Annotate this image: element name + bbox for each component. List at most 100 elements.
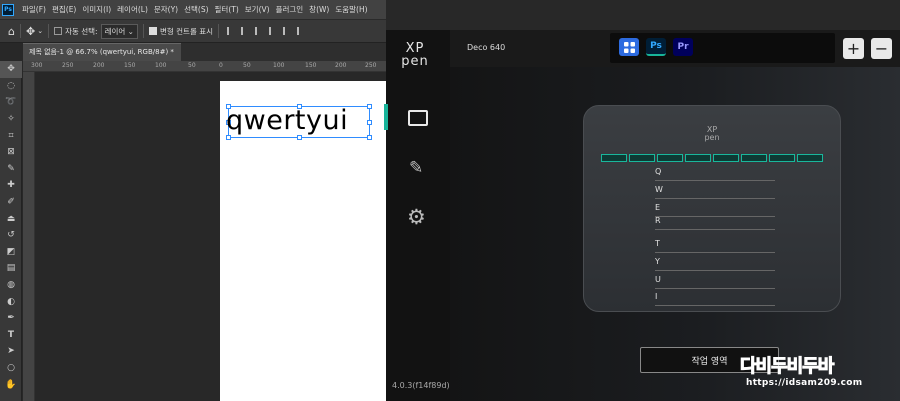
menu-window[interactable]: 창(W) [306,4,332,15]
history-brush-icon[interactable]: ↺ [0,227,22,244]
ruler-tick: 250 [62,62,74,69]
add-app-button[interactable]: + [843,38,864,59]
menu-filter[interactable]: 필터(T) [212,4,242,15]
tablet-logo: XP pen [704,125,720,142]
divider [19,24,21,38]
divider [48,24,50,38]
auto-select-checkbox[interactable] [54,27,63,35]
key-label-5[interactable]: T [655,239,775,253]
move-tool-icon[interactable]: ✥ [0,61,22,78]
menu-type[interactable]: 문자(Y) [151,4,181,15]
express-key-3[interactable] [657,154,683,162]
key-label-2[interactable]: W [655,185,775,199]
photoshop-logo-icon[interactable]: Ps [2,3,14,16]
eyedropper-icon[interactable]: ✎ [0,161,22,178]
ps-toolbar: ✥ ◌ ➰ ✧ ⌗ ⊠ ✎ ✚ ✐ ⏏ ↺ ◩ ▤ ◍ ◐ ✒ T ➤ ○ ✋ [0,61,22,401]
app-bar [610,33,835,63]
stamp-tool-icon[interactable]: ⏏ [0,210,22,227]
align-bottom-icon[interactable] [297,27,305,35]
express-key-4[interactable] [685,154,711,162]
ruler-tick: 200 [93,62,105,69]
key-label-7[interactable]: U [655,275,775,289]
move-tool-icon[interactable]: ✥ [26,25,35,38]
ruler-tick: 50 [243,62,251,69]
photoshop-app-icon[interactable]: Ps [646,38,666,56]
ruler-tick: 100 [155,62,167,69]
watermark-url: https://idsam209.com [746,378,863,388]
healing-brush-icon[interactable]: ✚ [0,177,22,194]
menu-image[interactable]: 이미지(I) [79,4,114,15]
divider [218,24,220,38]
menu-select[interactable]: 선택(S) [181,4,211,15]
xppen-logo: XP pen [401,41,429,69]
ruler-top: 300 250 200 150 100 50 0 50 100 150 200 … [23,61,386,72]
type-tool-icon[interactable]: T [0,327,22,344]
marquee-tool-icon[interactable]: ◌ [0,78,22,95]
menu-help[interactable]: 도움말(H) [332,4,370,15]
watermark: 다비두비두바 https://idsam209.com [739,352,900,401]
key-label-4[interactable]: R [655,216,775,230]
ruler-tick: 50 [188,62,196,69]
ruler-tick: 150 [124,62,136,69]
pen-settings-icon[interactable]: ✎ [409,158,423,178]
ruler-tick: 100 [273,62,285,69]
remove-app-button[interactable]: − [871,38,892,59]
magic-wand-icon[interactable]: ✧ [0,111,22,128]
key-label-3[interactable]: E [655,203,775,217]
sidebar-active-indicator [384,104,388,130]
key-label-1[interactable]: Q [655,167,775,181]
pen-tool-icon[interactable]: ✒ [0,310,22,327]
lasso-tool-icon[interactable]: ➰ [0,94,22,111]
eraser-icon[interactable]: ◩ [0,244,22,261]
gear-icon[interactable]: ⚙ [407,205,426,229]
ruler-left [23,72,35,401]
key-label-8[interactable]: I [655,292,775,306]
express-key-6[interactable] [741,154,767,162]
menu-edit[interactable]: 편집(E) [49,4,79,15]
menu-layer[interactable]: 레이어(L) [114,4,151,15]
express-key-2[interactable] [629,154,655,162]
document-tab[interactable]: 제목 없음-1 @ 66.7% (qwertyui, RGB/8#) * [23,43,181,61]
auto-select-value: 레이어 [104,26,126,36]
premiere-app-icon[interactable]: Pr [673,38,693,56]
align-center-icon[interactable] [241,27,249,35]
key-label-6[interactable]: Y [655,257,775,271]
work-area-icon[interactable] [408,110,428,126]
all-apps-icon[interactable] [619,38,639,56]
gradient-tool-icon[interactable]: ▤ [0,260,22,277]
crop-tool-icon[interactable]: ⌗ [0,127,22,144]
transform-handle[interactable] [367,104,372,109]
show-transform-label: 변형 컨트롤 표시 [159,26,214,36]
hand-tool-icon[interactable]: ✋ [0,376,22,393]
ruler-tick: 0 [219,62,223,69]
express-key-8[interactable] [797,154,823,162]
align-middle-icon[interactable] [283,27,291,35]
menu-file[interactable]: 파일(F) [19,4,49,15]
home-icon[interactable]: ⌂ [8,25,15,38]
frame-tool-icon[interactable]: ⊠ [0,144,22,161]
express-key-5[interactable] [713,154,739,162]
menu-view[interactable]: 보기(V) [242,4,273,15]
ps-options-bar: ⌂ ✥ ⌄ 자동 선택: 레이어 ⌄ 변형 컨트롤 표시 [0,19,386,43]
auto-select-dropdown[interactable]: 레이어 ⌄ [100,23,138,39]
blur-tool-icon[interactable]: ◍ [0,277,22,294]
path-select-icon[interactable]: ➤ [0,343,22,360]
express-key-1[interactable] [601,154,627,162]
dodge-tool-icon[interactable]: ◐ [0,293,22,310]
align-left-icon[interactable] [227,27,235,35]
chevron-down-icon[interactable]: ⌄ [37,27,43,35]
transform-handle[interactable] [367,120,372,125]
menu-plugins[interactable]: 플러그인 [273,4,307,15]
align-top-icon[interactable] [269,27,277,35]
transform-handle[interactable] [367,135,372,140]
brush-tool-icon[interactable]: ✐ [0,194,22,211]
ellipse-tool-icon[interactable]: ○ [0,360,22,377]
canvas-text-layer[interactable]: qwertyui [226,101,348,141]
version-label: 4.0.3(f14f89d) [392,381,450,390]
device-name: Deco 640 [467,43,506,52]
express-key-7[interactable] [769,154,795,162]
ruler-tick: 250 [365,62,377,69]
show-transform-checkbox[interactable] [148,27,157,35]
align-right-icon[interactable] [255,27,263,35]
auto-select-label: 자동 선택: [65,26,98,36]
